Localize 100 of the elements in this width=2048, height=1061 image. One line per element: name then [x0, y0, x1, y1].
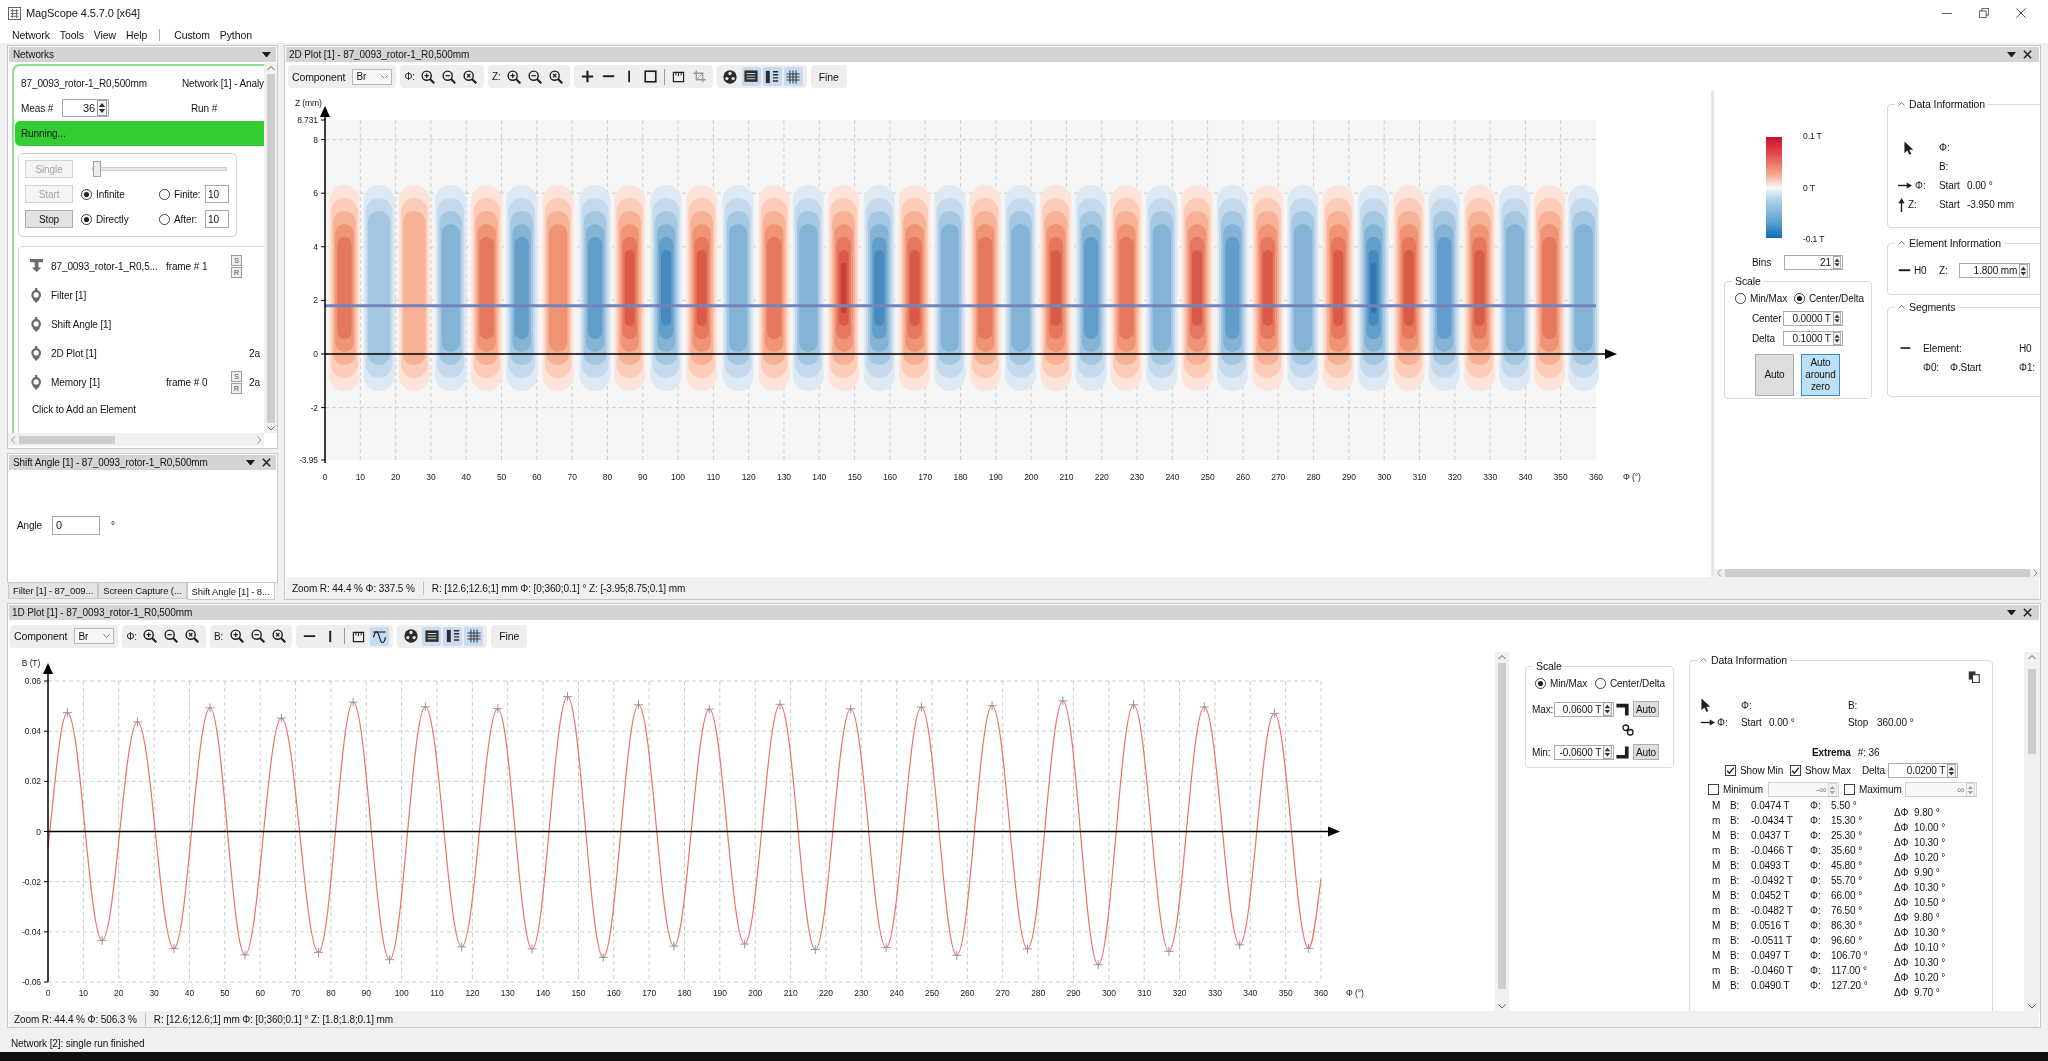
count-field[interactable]: 10	[205, 185, 229, 203]
spin-arrows-icon[interactable]	[1603, 745, 1612, 759]
vertical-scrollbar[interactable]	[264, 63, 277, 433]
zoom-out-button[interactable]	[161, 626, 181, 646]
radio-button[interactable]	[81, 188, 92, 200]
scroll-down-icon[interactable]	[1498, 1003, 1506, 1008]
panel-tab[interactable]: Filter [1] - 87_009...	[8, 583, 99, 599]
element-name[interactable]: 87_0093_rotor-1_R0,5...	[51, 261, 166, 272]
zoom-in-button[interactable]	[418, 67, 438, 86]
menu-item[interactable]: View	[90, 28, 119, 41]
scroll-thumb[interactable]	[266, 73, 275, 423]
dropdown-icon[interactable]	[262, 51, 271, 58]
radio-button[interactable]	[1735, 293, 1746, 304]
component-dropdown[interactable]: Br	[352, 68, 393, 85]
zoom-in-button[interactable]	[504, 67, 524, 86]
zoom-out-button[interactable]	[439, 67, 459, 86]
checkbox[interactable]	[1790, 765, 1801, 776]
meas-spinbox[interactable]: 36	[62, 99, 109, 117]
zoom-out-button[interactable]	[248, 626, 268, 646]
zoom-in-button[interactable]	[140, 626, 160, 646]
menu-item[interactable]: Custom	[171, 28, 213, 41]
zoom-reset-button[interactable]	[546, 67, 566, 86]
collapse-icon[interactable]	[1898, 102, 1905, 106]
scroll-thumb[interactable]	[1498, 662, 1506, 989]
vertical-scrollbar[interactable]	[2024, 652, 2040, 1011]
value-spinbox[interactable]: 0.1000 T	[1783, 331, 1843, 346]
scroll-down-icon[interactable]	[2028, 1003, 2036, 1008]
element-name[interactable]: Memory [1]	[51, 377, 166, 388]
spin-arrows-icon[interactable]	[97, 100, 107, 116]
value-spinbox[interactable]: 0.0000 T	[1783, 311, 1843, 326]
spin-arrows-icon[interactable]	[1832, 256, 1841, 269]
spin-arrows-icon[interactable]	[1947, 763, 1956, 778]
panel-tab[interactable]: Shift Angle [1] - 8...	[186, 583, 275, 600]
element-name[interactable]: 2D Plot [1]	[51, 348, 166, 359]
scroll-down-icon[interactable]	[266, 425, 275, 430]
add-element-link[interactable]: Click to Add an Element	[32, 403, 136, 415]
vertical-scrollbar[interactable]	[1495, 652, 1509, 1011]
menu-item[interactable]: Network	[9, 28, 53, 41]
radio-button[interactable]	[1794, 293, 1805, 304]
wave-button[interactable]	[370, 626, 390, 646]
colorbar-button[interactable]	[762, 67, 782, 86]
count-field[interactable]: 10	[205, 210, 229, 228]
menu-item[interactable]: Python	[216, 28, 255, 41]
cut-line[interactable]	[325, 304, 1596, 308]
collapse-icon[interactable]	[1898, 241, 1905, 245]
slider-thumb[interactable]	[93, 161, 101, 177]
radio-button[interactable]	[159, 213, 170, 225]
close-icon[interactable]	[2023, 50, 2032, 59]
radio-button[interactable]	[81, 213, 92, 225]
list-button[interactable]	[422, 626, 442, 646]
spin-arrows-icon[interactable]	[2019, 263, 2028, 278]
element-name[interactable]: Filter [1]	[51, 290, 166, 301]
menu-item[interactable]: Tools	[56, 28, 87, 41]
element-name[interactable]: Shift Angle [1]	[51, 319, 166, 330]
menu-item[interactable]: Help	[123, 28, 151, 41]
auto-scale-button[interactable]: Auto	[1755, 354, 1794, 396]
panel-tab[interactable]: Screen Capture (...	[98, 583, 187, 599]
reel-button[interactable]	[401, 626, 421, 646]
zoom-reset-button[interactable]	[269, 626, 289, 646]
reel-button[interactable]	[720, 67, 740, 86]
zoom-out-button[interactable]	[525, 67, 545, 86]
component-dropdown[interactable]: Br	[74, 628, 115, 644]
value-spinbox[interactable]: 0.0600 T	[1554, 701, 1614, 717]
horizontal-scrollbar[interactable]	[8, 433, 264, 446]
zoom-reset-button[interactable]	[182, 626, 202, 646]
delta-spinbox[interactable]: 0.0200 T	[1888, 763, 1958, 778]
dropdown-icon[interactable]	[246, 459, 255, 466]
scroll-right-icon[interactable]	[2032, 569, 2037, 577]
bins-spinbox[interactable]: 21	[1784, 255, 1843, 270]
scroll-right-icon[interactable]	[256, 435, 261, 444]
radio-button[interactable]	[1535, 678, 1546, 689]
checkbox[interactable]	[1708, 784, 1719, 795]
scroll-thumb[interactable]	[2028, 668, 2036, 754]
zoom-reset-button[interactable]	[460, 67, 480, 86]
copy-icon[interactable]	[1968, 671, 1980, 683]
value-spinbox[interactable]: -0.0600 T	[1554, 744, 1614, 760]
spin-arrows-icon[interactable]	[1832, 332, 1841, 345]
auto-scale-button[interactable]: Auto around zero	[1801, 354, 1840, 396]
dropdown-icon[interactable]	[2007, 51, 2016, 58]
scroll-thumb[interactable]	[18, 435, 115, 444]
angle-input[interactable]: 0	[52, 516, 100, 535]
checkbox[interactable]	[1725, 765, 1736, 776]
close-icon[interactable]	[262, 458, 271, 467]
link-icon[interactable]	[1622, 724, 1634, 736]
colorbar-button[interactable]	[443, 626, 463, 646]
run-button[interactable]: Stop	[25, 210, 73, 228]
collapse-icon[interactable]	[1700, 658, 1707, 662]
collapse-icon[interactable]	[1898, 305, 1905, 309]
grid-button[interactable]	[464, 626, 484, 646]
auto-button[interactable]: Auto	[1633, 744, 1659, 760]
grid-button[interactable]	[783, 67, 803, 86]
radio-button[interactable]	[159, 188, 170, 200]
spin-arrows-icon[interactable]	[1832, 312, 1841, 325]
auto-button[interactable]: Auto	[1633, 701, 1659, 717]
radio-button[interactable]	[1595, 678, 1606, 689]
position-spinbox[interactable]: 1.800 mm	[1959, 263, 2030, 278]
close-icon[interactable]	[2023, 608, 2032, 617]
zoom-in-button[interactable]	[227, 626, 247, 646]
list-button[interactable]	[741, 67, 761, 86]
spin-arrows-icon[interactable]	[1603, 702, 1612, 716]
